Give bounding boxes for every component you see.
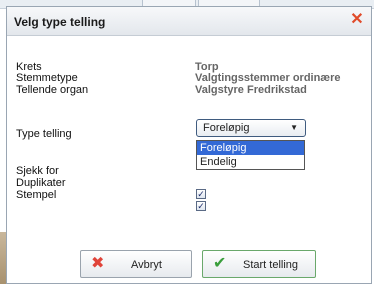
type-telling-dialog: Velg type telling ✕ Krets Torp Stemmetyp…: [6, 6, 372, 284]
type-telling-selected-value: Foreløpig: [203, 122, 250, 134]
cancel-button-label: Avbryt: [131, 259, 162, 271]
stemmetype-label: Stemmetype: [16, 72, 78, 84]
stemmetype-value: Valgtingsstemmer ordinære: [195, 72, 341, 84]
close-icon[interactable]: ✕: [349, 12, 365, 28]
cross-icon: ✖: [91, 255, 105, 272]
start-telling-button[interactable]: ✔ Start telling: [202, 250, 316, 278]
checkmark-icon: ✔: [213, 255, 227, 272]
duplikater-checkbox[interactable]: ✓: [196, 189, 206, 199]
chevron-down-icon: ▼: [290, 123, 298, 132]
duplikater-label: Duplikater: [16, 177, 66, 189]
stempel-label: Stempel: [16, 189, 57, 201]
dropdown-option-endelig[interactable]: Endelig: [197, 155, 304, 169]
dialog-titlebar: Velg type telling ✕: [7, 7, 371, 36]
type-telling-select[interactable]: Foreløpig ▼: [196, 119, 306, 137]
dialog-title: Velg type telling: [14, 15, 106, 29]
dropdown-option-forelopig[interactable]: Foreløpig: [197, 141, 304, 155]
type-telling-dropdown-list: Foreløpig Endelig: [196, 140, 305, 170]
start-telling-button-label: Start telling: [243, 259, 299, 271]
sjekk-for-heading: Sjekk for: [16, 165, 59, 177]
cancel-button[interactable]: ✖ Avbryt: [80, 250, 192, 278]
stempel-checkbox[interactable]: ✓: [196, 201, 206, 211]
tellende-organ-label: Tellende organ: [16, 84, 89, 96]
tellende-organ-value: Valgstyre Fredrikstad: [195, 84, 307, 96]
type-telling-label: Type telling: [16, 128, 72, 140]
